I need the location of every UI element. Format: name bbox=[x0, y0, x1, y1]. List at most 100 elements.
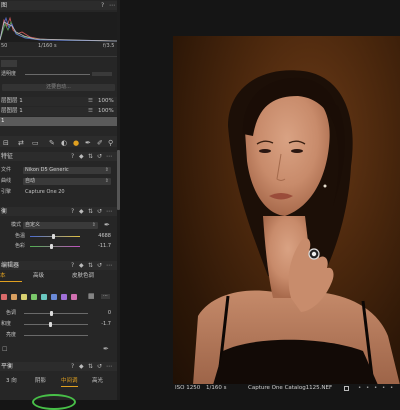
saturation-value[interactable]: -1.7 bbox=[90, 320, 111, 328]
stamp-icon[interactable]: ⚲ bbox=[108, 139, 113, 147]
histogram-header[interactable]: 图 ? ⋯ bbox=[0, 1, 117, 10]
toggle-icon[interactable]: ☐ bbox=[2, 346, 7, 353]
color-wheel-icon[interactable]: ▦ bbox=[88, 292, 95, 300]
tab-shadows[interactable]: 阴影 bbox=[35, 377, 46, 386]
help-icon[interactable]: ? bbox=[101, 1, 104, 10]
copy-apply-icon[interactable]: ⇅ bbox=[88, 152, 93, 161]
color-swatch[interactable] bbox=[51, 294, 57, 300]
help-icon[interactable]: ? bbox=[71, 362, 74, 371]
layer-name: 1 bbox=[1, 118, 5, 124]
row-label: 模式 bbox=[11, 222, 22, 228]
color-wheel[interactable] bbox=[32, 394, 76, 410]
more-icon[interactable]: ⋯ bbox=[106, 152, 112, 161]
kelvin-value[interactable]: 4688 bbox=[85, 232, 111, 240]
layer-row[interactable]: 层图层 1 ☰ 100% bbox=[0, 107, 117, 116]
reset-icon[interactable]: ↺ bbox=[97, 261, 102, 270]
help-icon[interactable]: ? bbox=[71, 152, 74, 161]
copy-apply-icon[interactable]: ⇅ bbox=[88, 207, 93, 216]
more-icon[interactable]: ⋯ bbox=[106, 261, 112, 270]
eyedropper-icon[interactable]: ✒ bbox=[104, 221, 110, 229]
auto-button[interactable]: 还要自动... bbox=[2, 84, 115, 91]
color-swatch[interactable] bbox=[71, 294, 77, 300]
color-swatch[interactable] bbox=[1, 294, 7, 300]
tint-value[interactable]: -11.7 bbox=[85, 242, 111, 250]
more-icon[interactable]: ⋯ bbox=[109, 1, 115, 10]
copy-apply-icon[interactable]: ⇅ bbox=[88, 261, 93, 270]
more-icon[interactable]: ⋯ bbox=[106, 207, 112, 216]
tab-advanced[interactable]: 高级 bbox=[33, 272, 44, 281]
saturation-slider[interactable] bbox=[24, 324, 88, 325]
color-balance-header[interactable]: 平衡 ? ◆ ⇅ ↺ ⋯ bbox=[0, 362, 117, 371]
select-checkbox[interactable] bbox=[344, 386, 349, 391]
help-icon[interactable]: ? bbox=[71, 261, 74, 270]
panel-scrollbar-thumb[interactable] bbox=[117, 150, 120, 210]
white-balance-header[interactable]: 衡 ? ◆ ⇅ ↺ ⋯ bbox=[0, 207, 117, 216]
radial-mask-icon[interactable]: ● bbox=[73, 139, 79, 147]
opacity-row: 透明度 bbox=[0, 70, 117, 78]
color-swatch[interactable] bbox=[61, 294, 67, 300]
color-swatch[interactable] bbox=[11, 294, 17, 300]
hue-value[interactable]: 0 bbox=[90, 309, 111, 317]
hue-slider-knob[interactable] bbox=[50, 311, 53, 316]
reset-icon[interactable]: ↺ bbox=[97, 207, 102, 216]
rating-dot-icon[interactable]: • bbox=[358, 384, 361, 393]
row-label: 亮度 bbox=[6, 332, 17, 338]
eyedropper-icon[interactable]: ✒ bbox=[85, 139, 91, 147]
color-swatch[interactable] bbox=[31, 294, 37, 300]
kelvin-row: 色温 4688 bbox=[0, 232, 117, 240]
hue-slider[interactable] bbox=[24, 313, 88, 314]
color-editor-header[interactable]: 编辑器 ? ◆ ⇅ ↺ ⋯ bbox=[0, 261, 117, 270]
layer-action-icon[interactable]: ⊟ bbox=[3, 139, 9, 147]
tab-3-way[interactable]: 3 向 bbox=[6, 377, 17, 386]
layer-menu-icon[interactable]: ▭ bbox=[32, 139, 39, 147]
layer-name: 层图层 1 bbox=[1, 98, 23, 104]
rating-dot-icon[interactable]: • bbox=[382, 384, 385, 393]
saturation-slider-knob[interactable] bbox=[49, 322, 52, 327]
layer-title-strip bbox=[0, 60, 117, 67]
eraser-icon[interactable]: ✐ bbox=[97, 139, 103, 147]
reset-icon[interactable]: ↺ bbox=[97, 152, 102, 161]
base-characteristics-header[interactable]: 特征 ? ◆ ⇅ ↺ ⋯ bbox=[0, 152, 117, 161]
iso-value: ISO 1250 bbox=[175, 385, 201, 391]
eyedropper-icon[interactable]: ✒ bbox=[103, 345, 109, 353]
tint-slider-knob[interactable] bbox=[50, 244, 53, 249]
copy-icon[interactable]: ◆ bbox=[79, 207, 84, 216]
tab-basic[interactable]: 本 bbox=[0, 272, 22, 282]
chevron-updown-icon: ⇕ bbox=[104, 178, 109, 184]
layer-row-selected[interactable]: 1 bbox=[0, 117, 117, 126]
kelvin-slider[interactable] bbox=[30, 236, 80, 237]
more-colors-button[interactable]: ⋯ bbox=[101, 294, 110, 299]
gradient-icon[interactable]: ◐ bbox=[61, 139, 67, 147]
link-icon[interactable]: ⇄ bbox=[18, 139, 24, 147]
photo-canvas[interactable] bbox=[173, 36, 400, 385]
wb-mode-select[interactable]: 自定义 ⇕ bbox=[23, 222, 98, 229]
copy-icon[interactable]: ◆ bbox=[79, 362, 84, 371]
rating-dot-icon[interactable]: • bbox=[390, 384, 393, 393]
curve-select[interactable]: 自动 ⇕ bbox=[23, 178, 111, 185]
rating-dot-icon[interactable]: • bbox=[374, 384, 377, 393]
help-icon[interactable]: ? bbox=[71, 207, 74, 216]
tint-slider[interactable] bbox=[30, 246, 80, 247]
opacity-value-box[interactable] bbox=[92, 72, 112, 76]
layer-row[interactable]: 层图层 1 ☰ 100% bbox=[0, 97, 117, 106]
tab-midtones[interactable]: 中间调 bbox=[61, 377, 78, 387]
color-swatch[interactable] bbox=[41, 294, 47, 300]
lightness-slider[interactable] bbox=[24, 335, 88, 336]
shutter-readout: 1/160 s bbox=[38, 43, 57, 49]
rating-dot-icon[interactable]: • bbox=[366, 384, 369, 393]
color-swatch[interactable] bbox=[21, 294, 27, 300]
icc-profile-select[interactable]: Nikon D5 Generic ⇕ bbox=[23, 167, 111, 174]
more-icon[interactable]: ⋯ bbox=[106, 362, 112, 371]
tab-skin-tone[interactable]: 皮肤色调 bbox=[72, 272, 94, 281]
copy-icon[interactable]: ◆ bbox=[79, 261, 84, 270]
copy-icon[interactable]: ◆ bbox=[79, 152, 84, 161]
divider bbox=[0, 56, 117, 57]
kelvin-slider-knob[interactable] bbox=[52, 234, 55, 239]
reset-icon[interactable]: ↺ bbox=[97, 362, 102, 371]
brush-icon[interactable]: ✎ bbox=[49, 139, 55, 147]
icc-profile-row: 文件 Nikon D5 Generic ⇕ bbox=[0, 166, 117, 174]
tab-highlights[interactable]: 高光 bbox=[92, 377, 103, 386]
opacity-slider[interactable] bbox=[25, 74, 90, 75]
portrait-photo bbox=[193, 70, 400, 385]
copy-apply-icon[interactable]: ⇅ bbox=[88, 362, 93, 371]
